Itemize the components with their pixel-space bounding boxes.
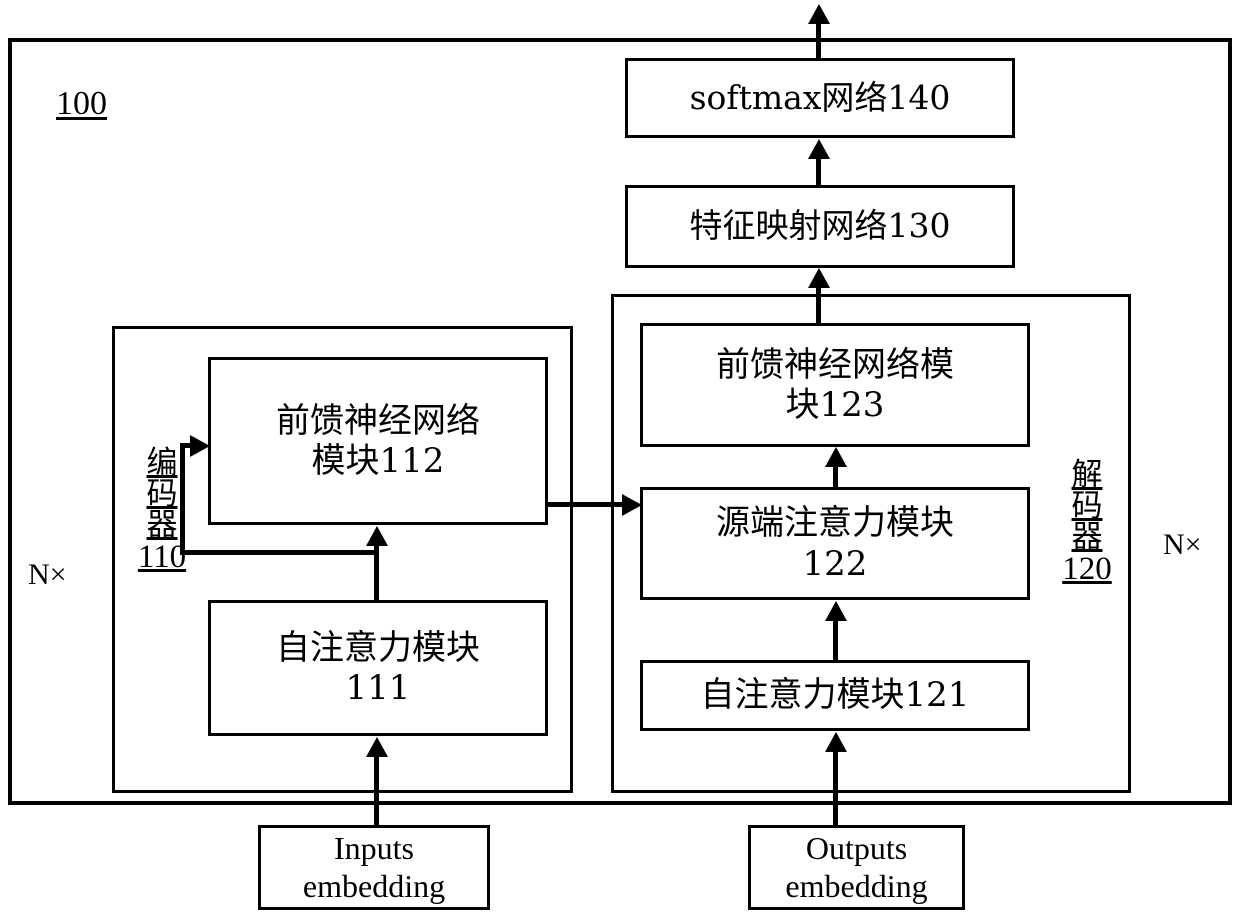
inputs-embedding-box[interactable]: Inputs embedding xyxy=(258,825,490,910)
decoder-label-char-2: 器 xyxy=(1071,519,1103,555)
encoder-feedback-vertical xyxy=(180,443,185,555)
decoder-to-feature-head xyxy=(808,268,830,288)
figure-number-100: 100 xyxy=(56,85,107,122)
encoder-feedback-arrow-head xyxy=(190,435,210,457)
outputs-embedding-box[interactable]: Outputs embedding xyxy=(748,825,965,910)
decselfattn-to-srcattn-shaft xyxy=(833,620,838,662)
decoder-label-char-0: 解 xyxy=(1071,457,1103,493)
patent-figure-canvas: 100 N× N× softmax网络140 特征映射网络130 编 码 器 1… xyxy=(0,0,1240,923)
decoder-label-char-1: 码 xyxy=(1071,488,1103,524)
softmax-network-box[interactable]: softmax网络140 xyxy=(625,58,1015,138)
decoder-source-attention-module-box[interactable]: 源端注意力模块 122 xyxy=(640,487,1030,600)
feature-to-softmax-head xyxy=(808,139,830,159)
decoder-label: 解 码 器 120 xyxy=(1058,460,1116,586)
inputs-to-encoder-head xyxy=(366,737,388,757)
decoder-ffn-module-box[interactable]: 前馈神经网络模 块123 xyxy=(640,323,1030,447)
encoder-to-decoder-arrow-head xyxy=(622,494,642,516)
enc-selfattn-to-ffn-head xyxy=(366,526,388,546)
srcattn-to-decffn-head xyxy=(825,447,847,467)
feature-to-softmax-shaft xyxy=(816,158,821,185)
output-arrow-shaft xyxy=(816,22,821,58)
srcattn-to-decffn-shaft xyxy=(833,466,838,490)
encoder-feedback-horizontal-lower xyxy=(180,550,377,555)
feature-mapping-network-box[interactable]: 特征映射网络130 xyxy=(625,185,1015,268)
decoder-label-number: 120 xyxy=(1062,551,1112,587)
decoder-self-attention-module-box[interactable]: 自注意力模块121 xyxy=(640,660,1030,731)
encoder-self-attention-module-box[interactable]: 自注意力模块 111 xyxy=(208,600,548,736)
output-arrow-head xyxy=(808,4,830,24)
encoder-ffn-module-box[interactable]: 前馈神经网络 模块112 xyxy=(208,357,548,525)
outputs-to-decoder-shaft xyxy=(833,750,838,825)
repeat-label-left: N× xyxy=(28,558,67,591)
inputs-to-encoder-shaft xyxy=(374,756,379,825)
decselfattn-to-srcattn-head xyxy=(825,601,847,621)
outputs-to-decoder-head xyxy=(825,732,847,752)
repeat-label-right: N× xyxy=(1163,528,1202,561)
